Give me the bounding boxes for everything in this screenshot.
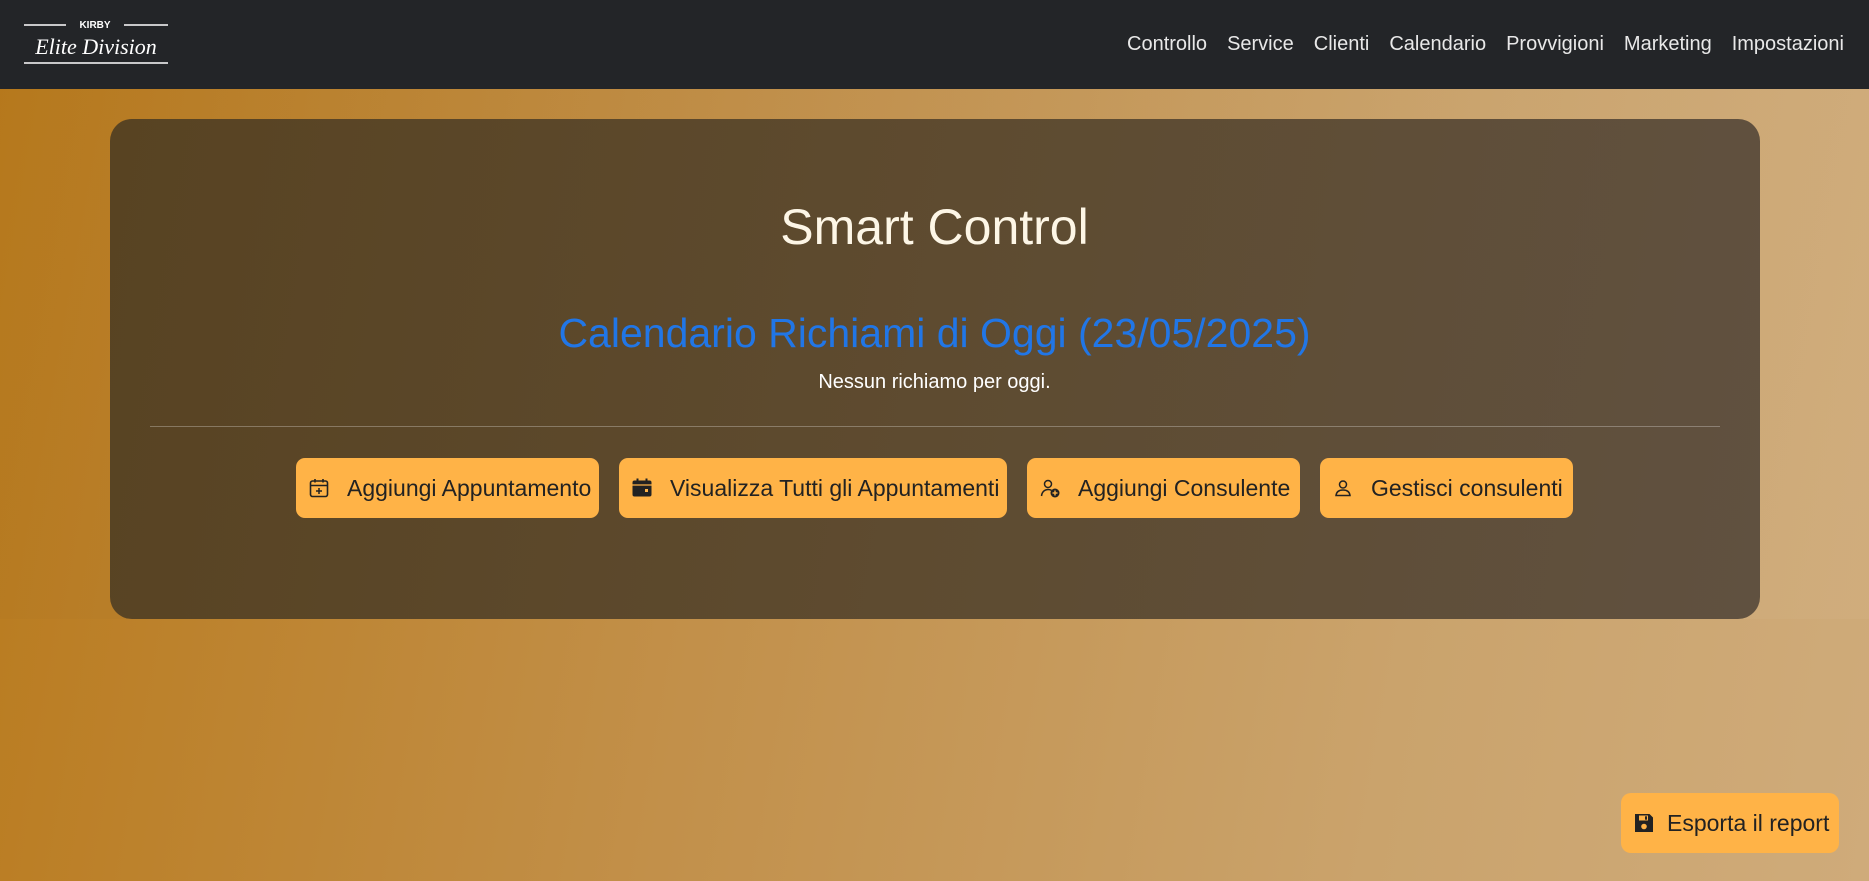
manage-consultants-label: Gestisci consulenti — [1371, 474, 1563, 501]
page-title: Smart Control — [780, 199, 1089, 255]
nav-link-controllo[interactable]: Controllo — [1117, 33, 1217, 56]
section-divider — [150, 426, 1720, 427]
calendar-filled-icon — [631, 477, 653, 499]
nav-link-clienti[interactable]: Clienti — [1304, 33, 1380, 56]
dashboard-card — [110, 119, 1760, 619]
export-report-button[interactable]: Esporta il report — [1621, 793, 1839, 853]
person-add-icon — [1039, 477, 1061, 499]
brand-logo[interactable]: KIRBY Elite Division — [22, 18, 170, 68]
logo-elite-text: Elite Division — [34, 34, 157, 59]
manage-consultants-button[interactable]: Gestisci consulenti — [1320, 458, 1573, 518]
calendar-heading: Calendario Richiami di Oggi (23/05/2025) — [558, 310, 1311, 356]
top-navbar: KIRBY Elite Division Controllo Service C… — [0, 0, 1869, 89]
nav-links: Controllo Service Clienti Calendario Pro… — [1117, 0, 1844, 89]
nav-link-provvigioni[interactable]: Provvigioni — [1496, 33, 1614, 56]
calendar-plus-icon — [308, 477, 330, 499]
logo-kirby-text: KIRBY — [79, 20, 110, 31]
add-consultant-button[interactable]: Aggiungi Consulente — [1027, 458, 1300, 518]
view-all-appointments-label: Visualizza Tutti gli Appuntamenti — [670, 474, 1000, 501]
add-consultant-label: Aggiungi Consulente — [1078, 474, 1291, 501]
add-appointment-button[interactable]: Aggiungi Appuntamento — [296, 458, 599, 518]
nav-link-calendario[interactable]: Calendario — [1379, 33, 1496, 56]
empty-recalls-message: Nessun richiamo per oggi. — [818, 371, 1051, 393]
add-appointment-label: Aggiungi Appuntamento — [347, 474, 592, 501]
export-report-label: Esporta il report — [1667, 809, 1830, 836]
floppy-disk-icon — [1633, 812, 1655, 834]
nav-link-marketing[interactable]: Marketing — [1614, 33, 1722, 56]
view-all-appointments-button[interactable]: Visualizza Tutti gli Appuntamenti — [619, 458, 1007, 518]
person-icon — [1332, 477, 1354, 499]
nav-link-service[interactable]: Service — [1217, 33, 1304, 56]
nav-link-impostazioni[interactable]: Impostazioni — [1722, 33, 1844, 56]
